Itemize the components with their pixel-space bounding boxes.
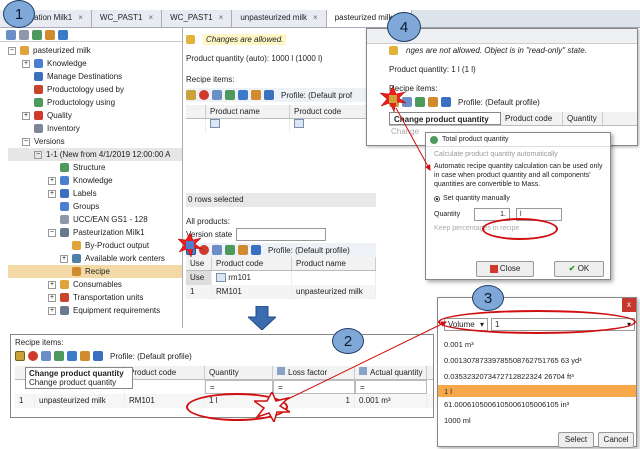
tooltip-body: Change product quantity [29, 378, 117, 387]
tooltip-title: Change product quantity [29, 369, 124, 378]
change-quantity-tooltip: Change product quantity Change product q… [25, 367, 133, 389]
arrow-to-unit-popup [285, 321, 447, 401]
arrow-to-dialog [395, 107, 431, 171]
